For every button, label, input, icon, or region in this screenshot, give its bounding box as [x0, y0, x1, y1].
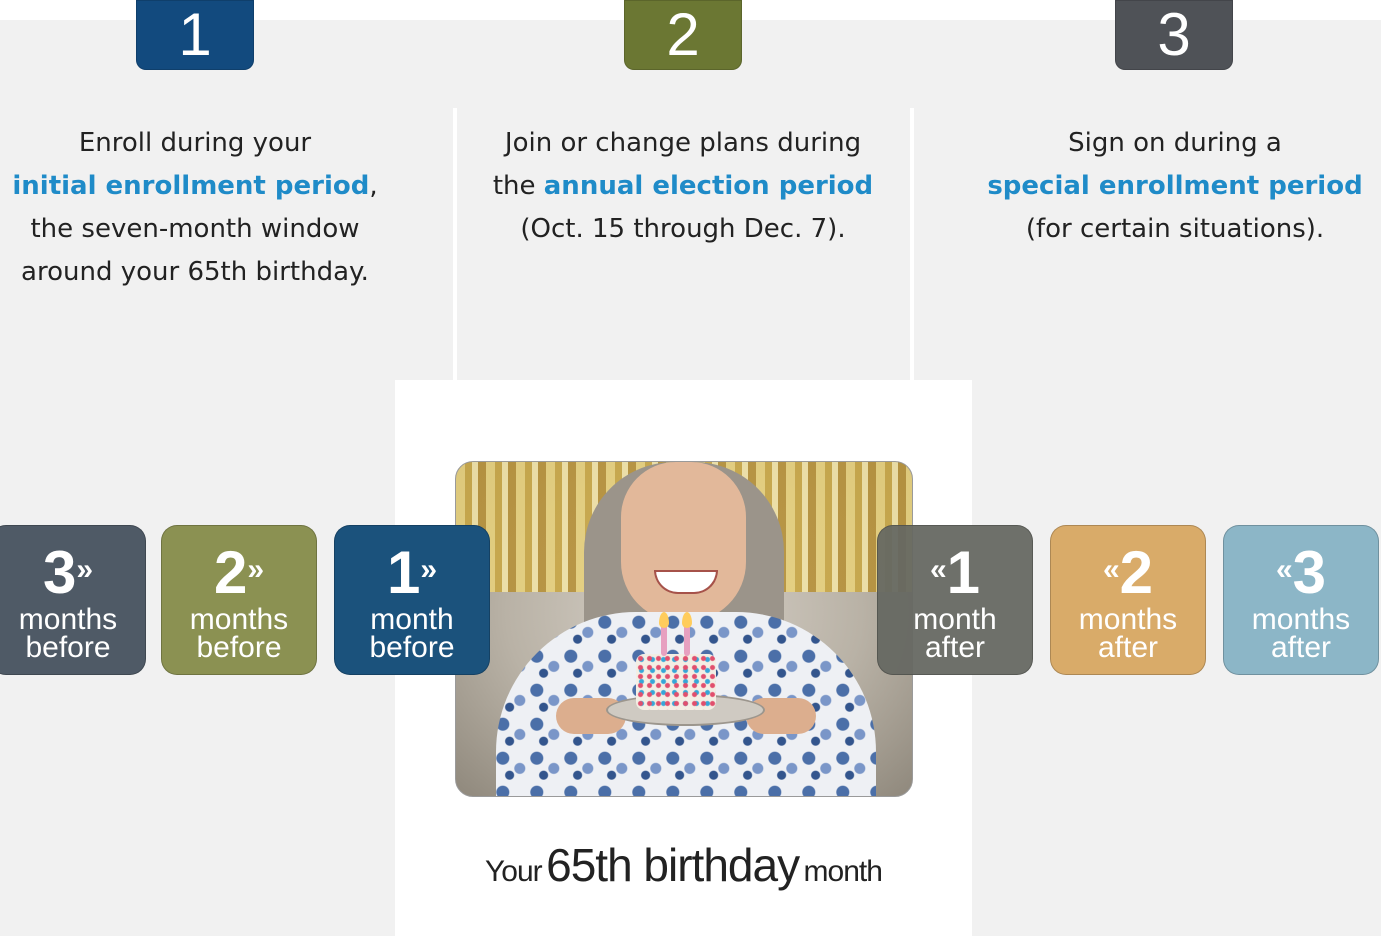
- tile-relation: after: [924, 631, 986, 664]
- left-arrow-icon: «: [929, 553, 947, 586]
- tile-relation: before: [369, 631, 455, 664]
- step-3-description: Sign on during a special enrollment peri…: [975, 122, 1375, 251]
- step-3-line-1: Sign on during a: [1068, 128, 1282, 158]
- tile-unit: months: [1078, 603, 1178, 636]
- woman-holding-birthday-cake-photo: [455, 461, 913, 797]
- left-arrow-icon: «: [1102, 553, 1120, 586]
- birthday-label-suffix: month: [803, 855, 883, 888]
- right-arrow-icon: »: [420, 553, 438, 586]
- tile-3-months-after: «3 months after: [1223, 525, 1379, 675]
- initial-enrollment-period-link[interactable]: initial enrollment period: [12, 171, 369, 201]
- step-2-number: 2: [666, 1, 700, 68]
- tile-1-month-before: 1» month before: [334, 525, 490, 675]
- tile-1-month-after: «1 month after: [877, 525, 1033, 675]
- step-1-line-3: the seven-month window: [30, 214, 360, 244]
- tile-relation: before: [196, 631, 282, 664]
- step-3-line-2: special enrollment period: [975, 165, 1375, 208]
- tile-number: 1: [946, 539, 981, 606]
- step-2-description: Join or change plans during the annual e…: [483, 122, 883, 251]
- tile-number: 3: [42, 539, 77, 606]
- tile-unit: month: [370, 603, 454, 636]
- step-2-prefix: the: [492, 171, 544, 201]
- flame-2: [682, 612, 692, 628]
- tile-2-months-before: 2» months before: [161, 525, 317, 675]
- tile-relation: before: [25, 631, 111, 664]
- step-1-line-4: around your 65th birthday.: [21, 257, 369, 287]
- tile-unit: months: [18, 603, 118, 636]
- left-arrow-icon: «: [1275, 553, 1293, 586]
- right-arrow-icon: »: [247, 553, 265, 586]
- step-1-comma: ,: [369, 171, 378, 201]
- tile-number: 3: [1292, 539, 1327, 606]
- tile-number: 1: [386, 539, 421, 606]
- step-2-line-2: the annual election period: [483, 165, 883, 208]
- tile-3-months-before: 3» months before: [0, 525, 146, 675]
- annual-election-period-link[interactable]: annual election period: [544, 171, 873, 201]
- column-divider-2: [910, 108, 914, 380]
- step-2-badge: 2: [624, 0, 742, 70]
- step-3-number: 3: [1157, 1, 1191, 68]
- step-1-line-2: initial enrollment period,: [0, 165, 395, 208]
- tile-2-months-after: «2 months after: [1050, 525, 1206, 675]
- step-1-description: Enroll during your initial enrollment pe…: [0, 122, 395, 294]
- tile-relation: after: [1270, 631, 1332, 664]
- tile-relation: after: [1097, 631, 1159, 664]
- step-2-line-3: (Oct. 15 through Dec. 7).: [520, 214, 846, 244]
- step-3-badge: 3: [1115, 0, 1233, 70]
- tile-unit: month: [913, 603, 997, 636]
- tile-number: 2: [213, 539, 248, 606]
- step-1-badge: 1: [136, 0, 254, 70]
- tile-unit: months: [1251, 603, 1351, 636]
- birthday-label-main: 65th birthday: [546, 839, 800, 891]
- tile-unit: months: [189, 603, 289, 636]
- flame-1: [659, 612, 669, 628]
- birthday-month-label: Your 65th birthday month: [395, 838, 972, 892]
- step-1-number: 1: [178, 1, 212, 68]
- candle-1: [661, 624, 667, 656]
- birthday-cake: [636, 654, 716, 710]
- right-arrow-icon: »: [76, 553, 94, 586]
- step-2-line-1: Join or change plans during: [504, 128, 862, 158]
- face: [621, 462, 746, 622]
- birthday-label-prefix: Your: [485, 855, 543, 888]
- special-enrollment-period-link[interactable]: special enrollment period: [987, 171, 1362, 201]
- candle-2: [684, 624, 690, 656]
- step-1-line-1: Enroll during your: [78, 128, 312, 158]
- tile-number: 2: [1119, 539, 1154, 606]
- column-divider-1: [453, 108, 457, 380]
- step-3-line-3: (for certain situations).: [1025, 214, 1325, 244]
